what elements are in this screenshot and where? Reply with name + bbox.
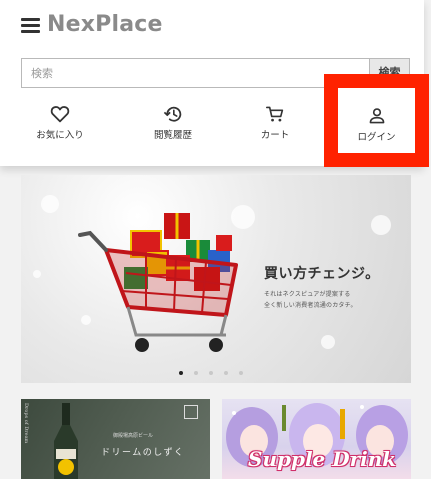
search-input[interactable]: [22, 59, 369, 87]
nav-favorites-label: お気に入り: [36, 130, 84, 141]
thumbnail-1-vertical-text: Drops of Dream: [23, 403, 29, 444]
nav-history-label: 閲覧履歴: [153, 130, 192, 141]
heart-icon: [50, 106, 70, 123]
shopping-cart-with-gifts-illustration: [78, 213, 238, 352]
banner-subline-2: 全く新しい消費者流通のカタチ。: [264, 302, 357, 309]
product-thumbnail-2[interactable]: Supple Drink: [222, 399, 411, 479]
carousel-dot[interactable]: [194, 371, 198, 375]
nav-login[interactable]: ログイン: [336, 102, 417, 154]
carousel-dot[interactable]: [224, 371, 228, 375]
page: NexPlace 検索 お気に入り 閲覧履歴 カート: [0, 0, 431, 479]
nav-cart-label: カート: [260, 130, 290, 141]
thumbnail-1-title: ドリームのしずく: [101, 448, 185, 458]
site-logo[interactable]: NexPlace: [47, 10, 163, 40]
search-box: [21, 58, 369, 88]
brand-logo-icon: [184, 405, 198, 419]
hamburger-menu-icon[interactable]: [20, 14, 42, 36]
bottle-image: [54, 403, 78, 479]
nav-history[interactable]: 閲覧履歴: [133, 100, 213, 152]
hero-banner[interactable]: 買い方チェンジ。 それはネクスピュアが提案する 全く新しい消費者流通のカタチ。: [21, 175, 411, 383]
history-icon: [163, 106, 182, 122]
nav-login-label: ログイン: [357, 132, 396, 143]
login-highlight-box: ログイン: [324, 74, 429, 167]
banner-headline: 買い方チェンジ。: [264, 266, 380, 282]
product-thumbnail-1[interactable]: Drops of Dream 御殿場高原ビール ドリームのしずく: [21, 399, 210, 479]
nav-favorites[interactable]: お気に入り: [20, 100, 100, 152]
carousel-dot[interactable]: [239, 371, 243, 375]
banner-subline-1: それはネクスピュアが提案する: [264, 291, 351, 298]
carousel-dot[interactable]: [179, 371, 183, 375]
thumbnail-1-caption: 御殿場高原ビール: [113, 433, 154, 439]
thumbnail-2-title: Supple Drink: [248, 447, 397, 471]
carousel-dot[interactable]: [209, 371, 213, 375]
nav-cart[interactable]: カート: [235, 100, 315, 152]
cart-icon: [266, 106, 284, 122]
user-icon: [369, 108, 384, 124]
